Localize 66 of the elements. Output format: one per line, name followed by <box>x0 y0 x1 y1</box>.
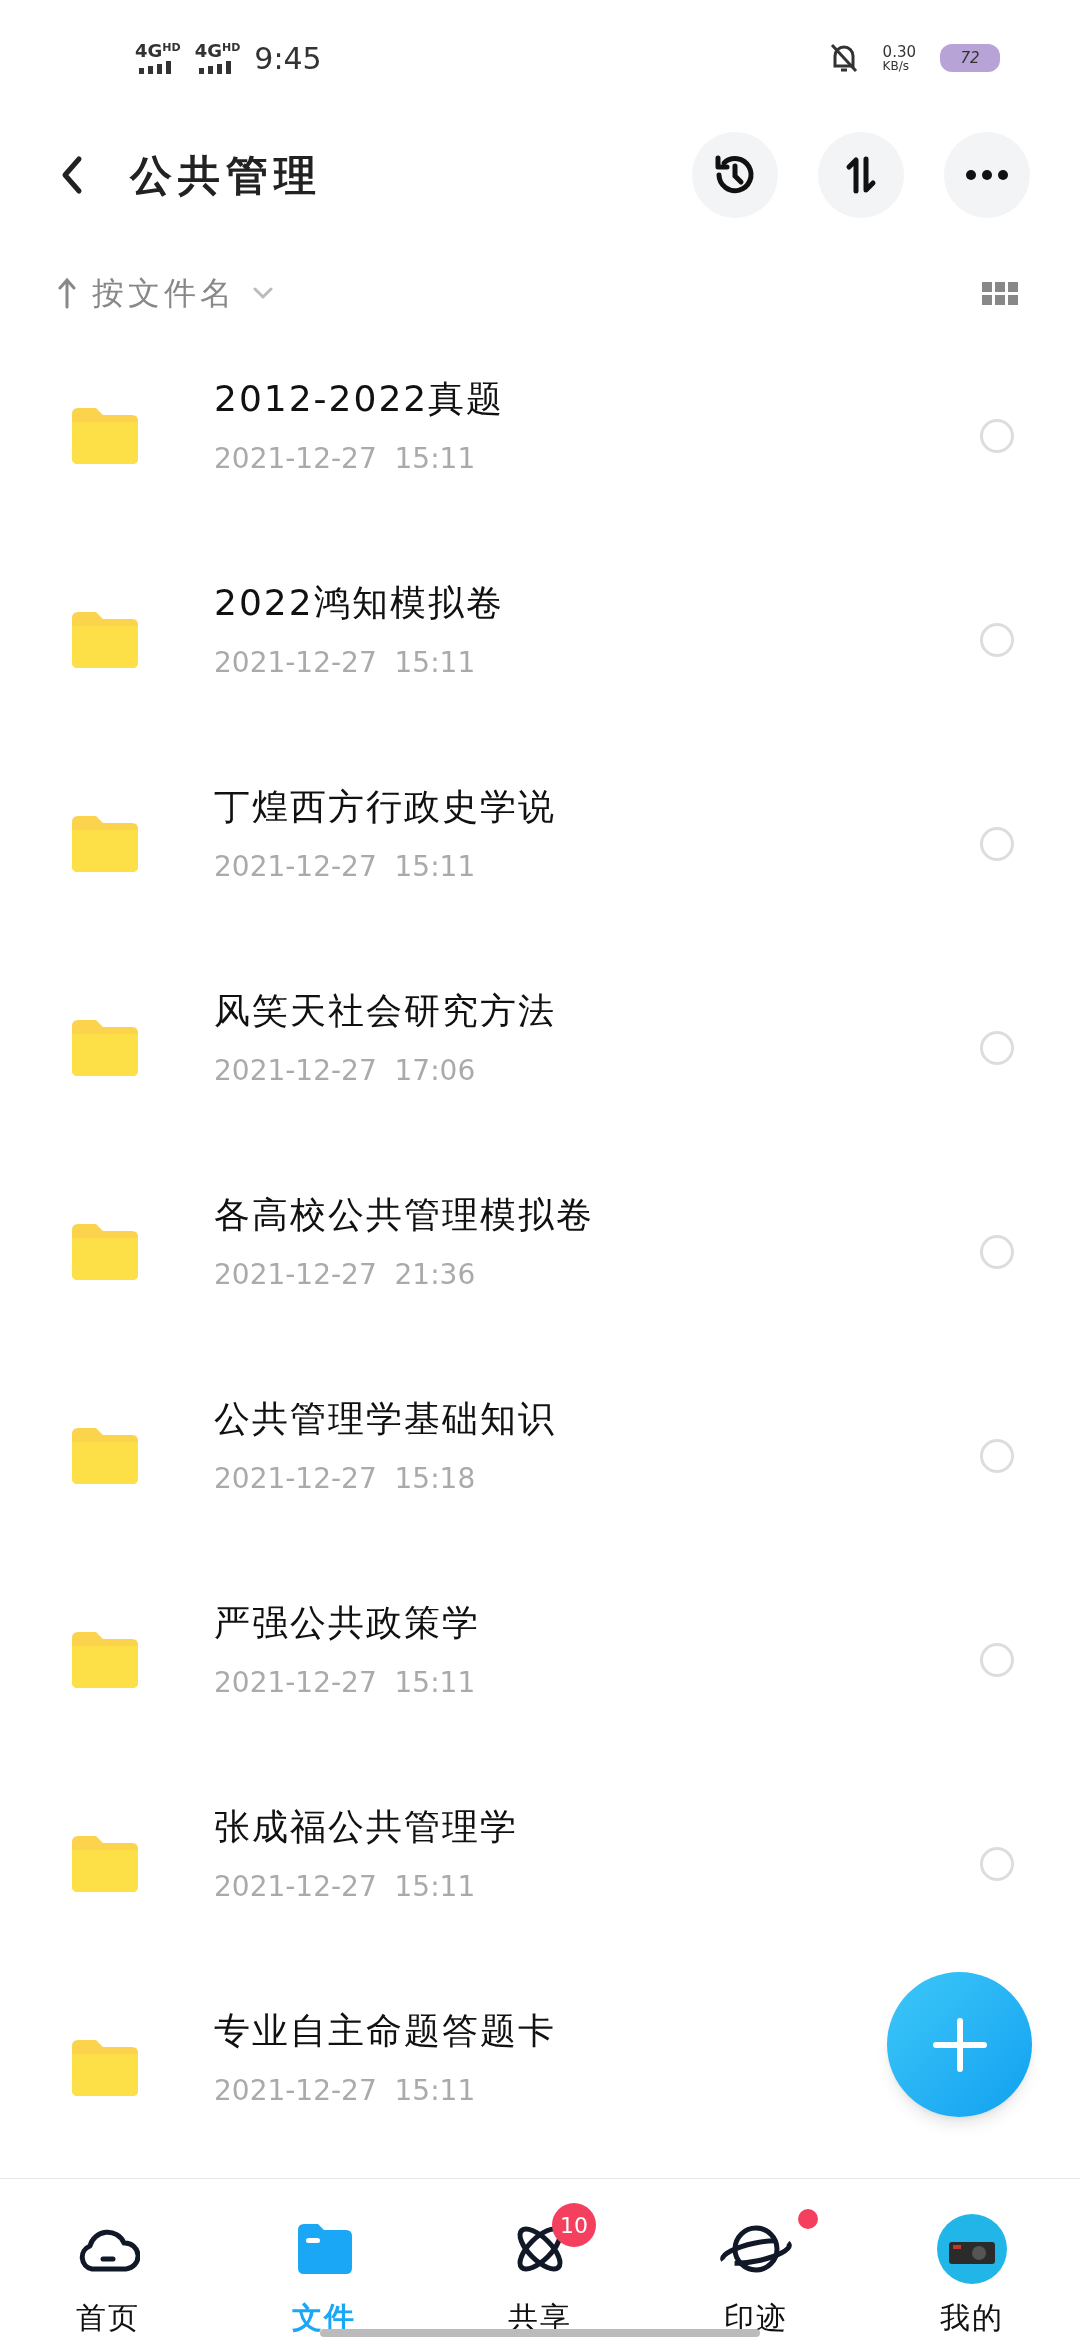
select-radio[interactable] <box>980 1235 1014 1269</box>
clock: 9:45 <box>254 39 322 78</box>
bell-off-icon <box>828 42 859 74</box>
chevron-down-icon <box>252 286 274 300</box>
folder-name: 各高校公共管理模拟卷 <box>214 1193 594 1237</box>
folder-icon <box>72 816 138 872</box>
nav-tab[interactable]: 我的 <box>864 2179 1080 2340</box>
more-icon <box>965 169 1009 181</box>
folder-icon <box>72 2040 138 2096</box>
folder-icon <box>72 1020 138 1076</box>
plus-icon <box>931 2016 988 2073</box>
battery-indicator: 72 <box>940 44 1000 72</box>
count-badge: 10 <box>552 2203 596 2247</box>
network-type: 4G <box>135 42 163 60</box>
select-radio[interactable] <box>980 827 1014 861</box>
folder-row[interactable]: 各高校公共管理模拟卷 2021-12-27 21:36 <box>0 1150 1080 1354</box>
folder-row[interactable]: 严强公共政策学 2021-12-27 15:11 <box>0 1558 1080 1762</box>
network-type: 4G <box>194 42 222 60</box>
modified-date: 2021-12-27 21:36 <box>214 1257 477 1293</box>
folder-row[interactable]: 2012-2022真题 2021-12-27 15:11 <box>0 334 1080 538</box>
nav-tab[interactable]: 首页 <box>0 2179 216 2340</box>
modified-date: 2021-12-27 15:11 <box>214 1665 477 1701</box>
select-radio[interactable] <box>980 419 1014 453</box>
folder-name: 丁煌西方行政史学说 <box>214 785 556 829</box>
select-radio[interactable] <box>980 1847 1014 1881</box>
select-radio[interactable] <box>980 1643 1014 1677</box>
sort-by-name-dropdown[interactable]: 按文件名 <box>58 269 274 317</box>
hd-label: HD <box>221 42 241 53</box>
folder-row[interactable]: 风笑天社会研究方法 2021-12-27 17:06 <box>0 946 1080 1150</box>
folder-name: 张成福公共管理学 <box>214 1805 518 1849</box>
folder-row[interactable]: 张成福公共管理学 2021-12-27 15:11 <box>0 1762 1080 1966</box>
hd-label: HD <box>162 42 181 53</box>
modified-date: 2021-12-27 17:06 <box>214 1053 477 1089</box>
page-title: 公共管理 <box>130 149 322 202</box>
up-arrow-icon <box>58 277 76 309</box>
folder-row[interactable]: 专业自主命题答题卡 2021-12-27 15:11 <box>0 1966 1080 2170</box>
modified-date: 2021-12-27 15:11 <box>214 645 477 681</box>
back-icon <box>61 155 83 195</box>
avatar <box>937 2214 1007 2284</box>
nav-tab[interactable]: 印迹 <box>648 2179 864 2340</box>
select-radio[interactable] <box>980 1031 1014 1065</box>
select-radio[interactable] <box>980 1439 1014 1473</box>
modified-date: 2021-12-27 15:18 <box>214 1461 477 1497</box>
folder-icon <box>72 1632 138 1688</box>
modified-date: 2021-12-27 15:11 <box>214 849 477 885</box>
folder-row[interactable]: 公共管理学基础知识 2021-12-27 15:18 <box>0 1354 1080 1558</box>
folder-icon <box>72 1836 138 1892</box>
modified-date: 2021-12-27 15:11 <box>214 2073 477 2109</box>
select-radio[interactable] <box>980 623 1014 657</box>
folder-name: 严强公共政策学 <box>214 1601 480 1645</box>
folder-icon <box>72 1428 138 1484</box>
folder-icon <box>72 408 138 464</box>
modified-date: 2021-12-27 15:11 <box>214 441 477 477</box>
folder-name: 2022鸿知模拟卷 <box>214 581 504 625</box>
grid-view-button[interactable] <box>982 281 1018 305</box>
folder-name: 公共管理学基础知识 <box>214 1397 556 1441</box>
folder-icon <box>72 612 138 668</box>
folder-row[interactable]: 丁煌西方行政史学说 2021-12-27 15:11 <box>0 742 1080 946</box>
folder-name: 风笑天社会研究方法 <box>214 989 556 1033</box>
folder-name: 专业自主命题答题卡 <box>214 2009 556 2053</box>
folder-name: 2012-2022真题 <box>214 377 505 421</box>
folder-row[interactable]: 2022鸿知模拟卷 2021-12-27 15:11 <box>0 538 1080 742</box>
speed-unit: KB/s <box>882 59 910 72</box>
folder-icon <box>72 1224 138 1280</box>
modified-date: 2021-12-27 15:11 <box>214 1869 477 1905</box>
network-speed: 0.30 <box>882 44 916 60</box>
